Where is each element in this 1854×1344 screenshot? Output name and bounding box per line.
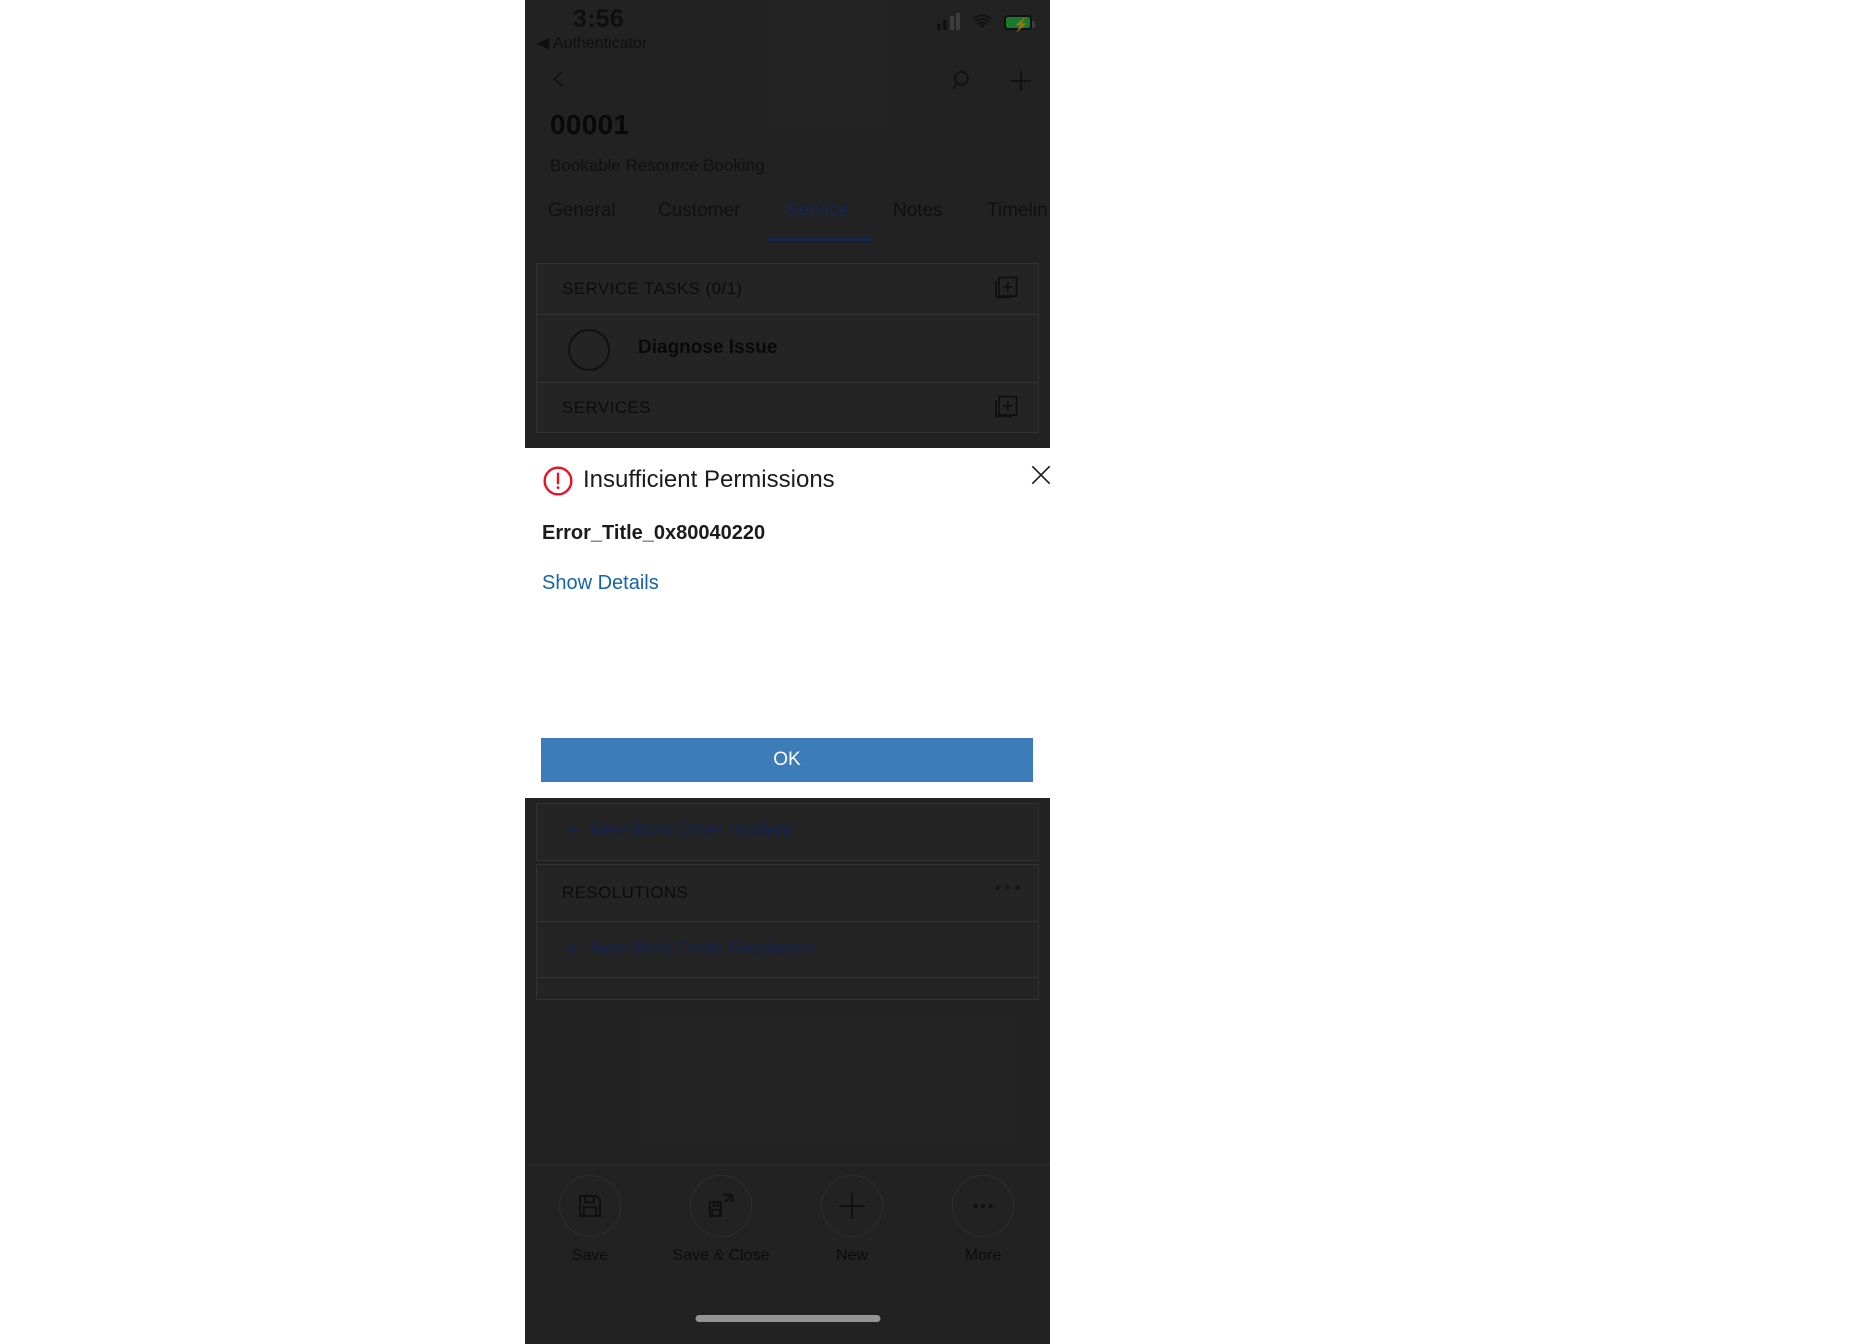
- close-x-icon[interactable]: [1028, 462, 1054, 488]
- screen-root: 3:56 ◀ Authenticator ⚡ 00001 Bookable Re…: [0, 0, 1854, 1344]
- error-dialog-title: Insufficient Permissions: [583, 466, 835, 493]
- error-code-text: Error_Title_0x80040220: [542, 522, 766, 544]
- error-dialog: Insufficient Permissions Error_Title_0x8…: [0, 448, 1854, 798]
- error-dialog-content: Insufficient Permissions Error_Title_0x8…: [525, 448, 1078, 798]
- ok-button[interactable]: OK: [541, 738, 1033, 782]
- error-exclamation-icon: [543, 466, 573, 496]
- show-details-link[interactable]: Show Details: [542, 572, 659, 595]
